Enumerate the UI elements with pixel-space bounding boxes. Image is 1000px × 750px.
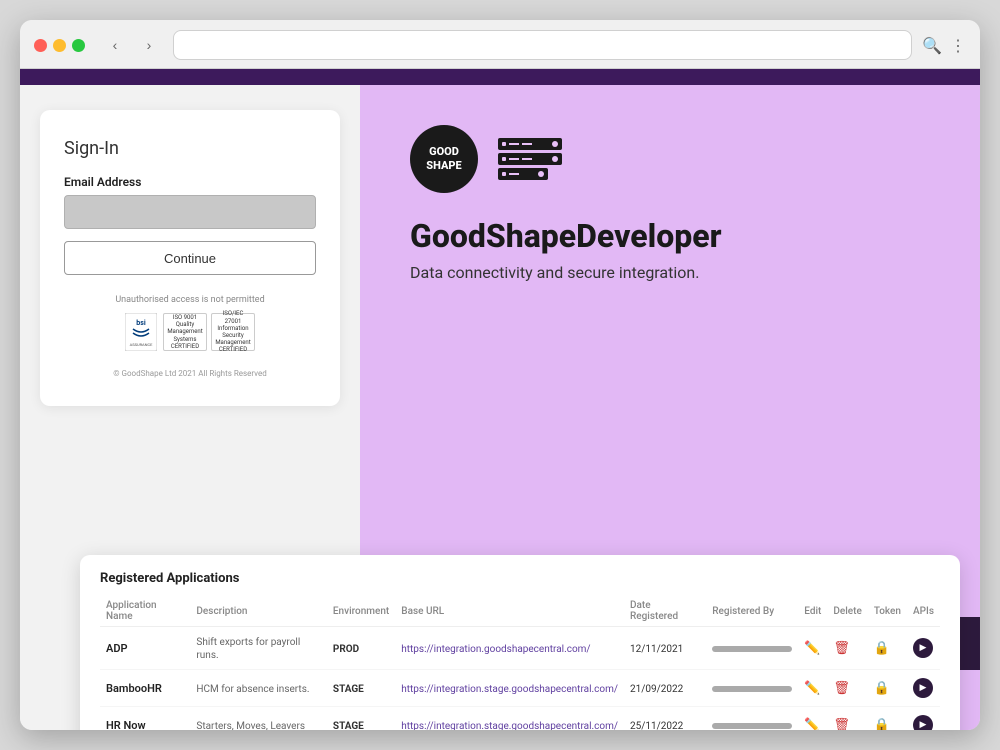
server-dot [502, 142, 506, 146]
outer-wrapper: ‹ › 🔍 ⋮ Sign-In Email Address Cont [0, 0, 1000, 750]
content-wrapper: Sign-In Email Address Continue Unauthori… [20, 85, 980, 730]
col-base-url: Base URL [395, 596, 624, 627]
signin-title: Sign-In [64, 138, 316, 159]
app-name-adp: ADP [106, 642, 128, 655]
browser-window: ‹ › 🔍 ⋮ Sign-In Email Address Cont [20, 20, 980, 730]
cert-iso27001: ISO/IEC27001Information SecurityManageme… [211, 313, 255, 351]
brand-title: GoodShapeDeveloper [410, 217, 930, 255]
server-line-4 [522, 158, 532, 160]
col-description: Description [190, 596, 327, 627]
lock-icon-hrnow[interactable]: 🔒 [874, 718, 890, 731]
app-name-hrnow: HR Now [106, 719, 146, 731]
registered-by-adp [712, 646, 792, 652]
traffic-light-yellow[interactable] [53, 39, 66, 52]
server-line [509, 143, 519, 145]
col-delete: Delete [827, 596, 867, 627]
table-header-row: Application Name Description Environment… [100, 596, 940, 627]
browser-chrome: ‹ › 🔍 ⋮ [20, 20, 980, 69]
goodshape-logo: GOODSHAPE [410, 125, 478, 193]
email-input[interactable] [64, 195, 316, 229]
cert-iso9001-label: ISO 9001QualityManagementSystemsCERTIFIE… [167, 314, 202, 350]
registered-applications-table: Application Name Description Environment… [100, 596, 940, 730]
address-bar[interactable] [173, 30, 912, 60]
nav-buttons: ‹ › [101, 31, 163, 59]
delete-icon-hrnow[interactable]: 🗑 [833, 718, 850, 731]
edit-icon-hrnow[interactable]: ✏️ [804, 718, 820, 731]
search-icon[interactable]: 🔍 [922, 36, 942, 55]
col-app-name: Application Name [100, 596, 190, 627]
app-desc-bamboohr: HCM for absence inserts. [196, 684, 309, 695]
brand-subtitle: Data connectivity and secure integration… [410, 263, 930, 282]
delete-icon-adp[interactable]: 🗑 [833, 641, 850, 656]
app-date-adp: 12/11/2021 [630, 644, 683, 655]
app-url-bamboohr[interactable]: https://integration.stage.goodshapecentr… [401, 684, 618, 695]
registered-by-bamboohr [712, 686, 792, 692]
svg-text:bsi: bsi [136, 319, 146, 327]
edit-icon-bamboohr[interactable]: ✏️ [804, 681, 820, 696]
table-title: Registered Applications [100, 571, 940, 586]
server-dot-3 [502, 172, 506, 176]
lock-icon-bamboohr[interactable]: 🔒 [874, 681, 890, 696]
cert-iso9001: ISO 9001QualityManagementSystemsCERTIFIE… [163, 313, 207, 351]
table-row: BambooHR HCM for absence inserts. STAGE … [100, 670, 940, 707]
app-url-adp[interactable]: https://integration.goodshapecentral.com… [401, 644, 590, 655]
app-env-bamboohr: STAGE [333, 684, 364, 695]
server-line-3 [509, 158, 519, 160]
bsi-certs: ISO 9001QualityManagementSystemsCERTIFIE… [163, 313, 255, 351]
server-bar-3 [498, 168, 548, 180]
col-registered-by: Registered By [706, 596, 798, 627]
server-rack-icon [498, 138, 562, 180]
server-bar-2 [498, 153, 562, 165]
menu-icon[interactable]: ⋮ [950, 36, 966, 55]
copyright-text: © GoodShape Ltd 2021 All Rights Reserved [64, 369, 316, 378]
signin-card: Sign-In Email Address Continue Unauthori… [40, 110, 340, 406]
server-dot-2 [502, 157, 506, 161]
col-environment: Environment [327, 596, 395, 627]
edit-icon-adp[interactable]: ✏️ [804, 641, 820, 656]
registered-applications-panel: Registered Applications Application Name… [80, 555, 960, 730]
app-name-bamboohr: BambooHR [106, 682, 162, 695]
server-line-2 [522, 143, 532, 145]
play-icon-hrnow[interactable]: ▶ [913, 715, 933, 730]
table-row: ADP Shift exports for payroll runs. PROD… [100, 627, 940, 670]
lock-icon-adp[interactable]: 🔒 [874, 641, 890, 656]
table-row: HR Now Starters, Moves, Leavers STAGE ht… [100, 707, 940, 731]
app-date-hrnow: 25/11/2022 [630, 721, 683, 731]
bsi-badge: bsi ASSURANCE ISO 9001QualityManagementS… [64, 313, 316, 351]
play-icon-adp[interactable]: ▶ [913, 638, 933, 658]
unauthorised-text: Unauthorised access is not permitted [64, 295, 316, 305]
top-bar [20, 69, 980, 85]
server-bar-1 [498, 138, 562, 150]
bsi-logo-icon: bsi ASSURANCE [125, 313, 157, 351]
goodshape-logo-text: GOODSHAPE [426, 145, 461, 174]
app-env-hrnow: STAGE [333, 721, 364, 731]
app-url-hrnow[interactable]: https://integration.stage.goodshapecentr… [401, 721, 618, 731]
registered-by-hrnow [712, 723, 792, 729]
nav-forward-button[interactable]: › [135, 31, 163, 59]
col-token: Token [868, 596, 907, 627]
traffic-light-green[interactable] [72, 39, 85, 52]
nav-back-button[interactable]: ‹ [101, 31, 129, 59]
app-env-adp: PROD [333, 644, 359, 655]
col-edit: Edit [798, 596, 827, 627]
col-date-registered: Date Registered [624, 596, 706, 627]
brand-area: GOODSHAPE [410, 125, 930, 193]
server-line-5 [509, 173, 519, 175]
play-icon-bamboohr[interactable]: ▶ [913, 678, 933, 698]
app-desc-adp: Shift exports for payroll runs. [196, 637, 300, 661]
app-date-bamboohr: 21/09/2022 [630, 684, 683, 695]
traffic-light-red[interactable] [34, 39, 47, 52]
svg-text:ASSURANCE: ASSURANCE [130, 342, 153, 347]
browser-actions: 🔍 ⋮ [922, 36, 966, 55]
app-desc-hrnow: Starters, Moves, Leavers [196, 721, 305, 731]
continue-button[interactable]: Continue [64, 241, 316, 275]
traffic-lights [34, 39, 85, 52]
col-apis: APIs [907, 596, 940, 627]
email-label: Email Address [64, 175, 316, 189]
cert-iso27001-label: ISO/IEC27001Information SecurityManageme… [214, 310, 252, 353]
delete-icon-bamboohr[interactable]: 🗑 [833, 681, 850, 696]
